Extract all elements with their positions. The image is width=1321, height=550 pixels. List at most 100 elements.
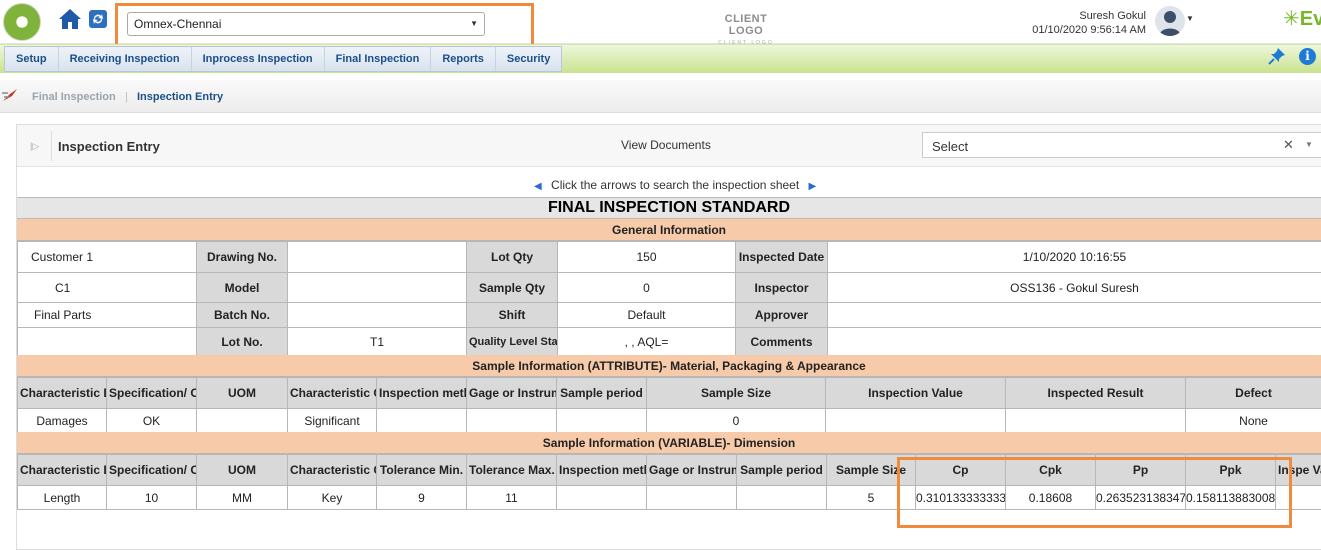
table-header-row: Characteristic Description Specification…: [17, 454, 1321, 486]
cell-sample-period: [556, 408, 647, 433]
cell-defect[interactable]: None: [1185, 408, 1321, 433]
col-sample-period: Sample period: [736, 454, 827, 486]
cell-method: [376, 408, 467, 433]
attribute-table: Characteristic Description Specification…: [17, 377, 1321, 433]
user-name: Suresh Gokul: [1079, 10, 1146, 22]
collapse-icon[interactable]: |▷: [30, 141, 39, 152]
cell-specification: 10: [106, 485, 197, 510]
table-row: Final Parts Batch No. Shift Default Appr…: [17, 302, 1321, 328]
search-hint: ◀ Click the arrows to search the inspect…: [534, 178, 816, 192]
table-row: Length 10 MM Key 9 11 5 0.31013333333333…: [17, 485, 1321, 510]
panel-title: Inspection Entry: [58, 139, 160, 154]
general-information-header: General Information: [17, 219, 1321, 241]
user-avatar-icon[interactable]: [1155, 6, 1185, 36]
col-characteristic-class: Characteristic Class: [287, 454, 377, 486]
divider: [51, 131, 52, 161]
table-row: Customer 1 Drawing No. Lot Qty 150 Inspe…: [17, 241, 1321, 273]
nav-item-final-inspection[interactable]: Final Inspection: [325, 47, 432, 71]
cell-inspected-result[interactable]: [1005, 408, 1186, 433]
col-ppk: Ppk: [1185, 454, 1276, 486]
nav-item-receiving-inspection[interactable]: Receiving Inspection: [59, 47, 192, 71]
lot-no-label: Lot No.: [196, 327, 288, 356]
documents-select-value: Select: [932, 139, 969, 154]
cell-sample-size: 5: [826, 485, 916, 510]
inspected-date-value: 1/10/2020 10:16:55: [827, 241, 1321, 273]
col-inspection-method: Inspection method: [556, 454, 647, 486]
variable-table: Characteristic Description Specification…: [17, 454, 1321, 510]
col-inspection-value: Inspection Value: [825, 377, 1006, 409]
aql-label: Quality Level Standard(AQL): [466, 327, 558, 356]
sample-qty-label: Sample Qty: [466, 272, 558, 303]
drawing-no-label: Drawing No.: [196, 241, 288, 273]
shift-value: Default: [557, 302, 736, 328]
col-sample-period: Sample period: [556, 377, 647, 409]
customer-value: Customer 1: [17, 241, 197, 273]
col-specification-criteria: Specification/ Criteria: [106, 377, 197, 409]
cell-pp: 0.263523138347364: [1095, 485, 1186, 510]
cell-gage: [466, 408, 557, 433]
table-header-row: Characteristic Description Specification…: [17, 377, 1321, 409]
approver-label: Approver: [735, 302, 828, 328]
cell-tolerance-max: 11: [466, 485, 557, 510]
documents-select[interactable]: Select: [922, 132, 1321, 158]
refresh-icon[interactable]: [88, 8, 108, 30]
col-sample-size: Sample Size: [826, 454, 916, 486]
cell-description: Length: [17, 485, 107, 510]
brand-logo: ✳Ev: [1283, 6, 1321, 31]
col-gage-or-instrument: Gage or Instrument: [466, 377, 557, 409]
comments-label: Comments: [735, 327, 828, 356]
nav-item-setup[interactable]: Setup: [5, 47, 59, 71]
cell-description: Damages: [17, 408, 107, 433]
nav-item-security[interactable]: Security: [496, 47, 561, 71]
breadcrumb-final-inspection[interactable]: Final Inspection: [32, 91, 116, 103]
cell-class: Significant: [287, 408, 377, 433]
chevron-down-icon[interactable]: ▼: [1305, 140, 1313, 149]
table-row: C1 Model Sample Qty 0 Inspector OSS136 -…: [17, 272, 1321, 303]
col-inspection-value: Inspe Val: [1275, 454, 1321, 486]
inspected-date-label: Inspected Date: [735, 241, 828, 273]
cell-inspection-value[interactable]: [1275, 485, 1321, 510]
next-arrow-icon[interactable]: ▶: [809, 181, 817, 192]
previous-arrow-icon[interactable]: ◀: [534, 181, 542, 192]
col-gage-or-instrument: Gage or Instrument: [646, 454, 737, 486]
pin-icon[interactable]: [1268, 47, 1286, 65]
chevron-down-icon[interactable]: ▼: [1186, 14, 1194, 23]
search-hint-text: Click the arrows to search the inspectio…: [551, 178, 800, 192]
col-pp: Pp: [1095, 454, 1186, 486]
nav-item-inprocess-inspection[interactable]: Inprocess Inspection: [192, 47, 325, 71]
cell-ppk: 0.15811388300841: [1185, 485, 1276, 510]
app-logo-icon[interactable]: [3, 3, 41, 41]
comments-value: [827, 327, 1321, 356]
client-logo: CLIENT LOGO CLIENT LOGO: [706, 13, 786, 46]
col-specification-criteria: Specification/ Criteria: [106, 454, 197, 486]
view-documents-label: View Documents: [621, 138, 711, 152]
cell-class: Key: [287, 485, 377, 510]
brand-asterisk-icon: ✳: [1283, 8, 1300, 30]
general-information-table: Customer 1 Drawing No. Lot Qty 150 Inspe…: [17, 241, 1321, 356]
inspector-label: Inspector: [735, 272, 828, 303]
col-inspection-method: Inspection method: [376, 377, 467, 409]
col-tolerance-max: Tolerance Max.: [466, 454, 557, 486]
part-type-value: Final Parts: [17, 302, 197, 328]
breadcrumb-separator: |: [125, 91, 128, 103]
nav-bar: Setup Receiving Inspection Inprocess Ins…: [0, 44, 1321, 73]
col-sample-size: Sample Size: [646, 377, 826, 409]
nav-item-reports[interactable]: Reports: [431, 47, 496, 71]
info-icon[interactable]: i: [1299, 48, 1316, 65]
cell-sample-period: [736, 485, 827, 510]
chevron-down-icon: ▼: [470, 19, 478, 28]
cell-inspection-value[interactable]: [825, 408, 1006, 433]
table-row: Lot No. T1 Quality Level Standard(AQL) ,…: [17, 327, 1321, 356]
drawing-no-value: [287, 241, 467, 273]
cell-gage: [646, 485, 737, 510]
shift-label: Shift: [466, 302, 558, 328]
batch-no-value: [287, 302, 467, 328]
lot-no-value: T1: [287, 327, 467, 356]
col-uom: UOM: [196, 454, 288, 486]
variable-section-header: Sample Information (VARIABLE)- Dimension: [17, 432, 1321, 454]
home-icon[interactable]: [57, 7, 83, 31]
lot-qty-value: 150: [557, 241, 736, 273]
site-select[interactable]: Omnex-Chennai ▼: [127, 12, 485, 36]
col-cpk: Cpk: [1005, 454, 1096, 486]
clear-icon[interactable]: ✕: [1283, 137, 1294, 153]
